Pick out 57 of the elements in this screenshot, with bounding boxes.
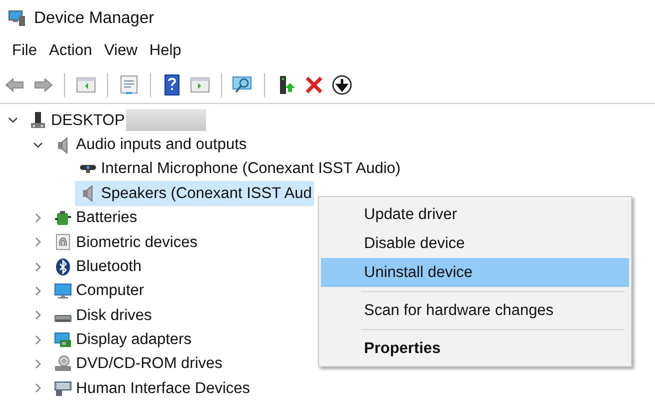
menu-bar-item[interactable]: File [6,39,43,63]
tree-item-label: Batteries [76,208,138,228]
disk-drive-icon [54,314,72,322]
tree-item[interactable]: Audio inputs and outputs [50,132,249,157]
monitor-icon [54,282,72,300]
tree-item-label: Human Interface Devices [76,378,250,399]
tree-item-label: Display adapters [76,330,192,350]
tree-item-label: DESKTOP [51,110,125,131]
tree-item-label: DVD/CD-ROM drives [76,354,222,374]
context-menu-item[interactable]: Uninstall device [321,258,629,287]
fingerprint-icon [54,233,72,252]
chevron-right-icon[interactable] [33,286,43,296]
context-menu-item[interactable]: Update driver [321,200,629,229]
tree-item[interactable]: Display adapters [50,328,194,352]
chevron-right-icon[interactable] [33,310,43,320]
chevron-down-icon[interactable] [33,140,43,150]
bluetooth-icon [54,258,72,276]
webcam-icon [79,164,97,174]
keyboard-icon [54,379,72,398]
context-menu-item[interactable]: Scan for hardware changes [321,296,629,325]
chevron-right-icon[interactable] [33,334,43,345]
menu-bar-item[interactable]: Action [42,39,98,63]
tree-item[interactable]: Computer [50,278,146,304]
chevron-right-icon[interactable] [33,262,43,272]
chevron-right-icon[interactable] [33,212,43,223]
tree-item-label: Speakers (Conexant ISST Aud [101,184,312,204]
tree-item[interactable]: Internal Microphone (Conexant ISST Audio) [75,156,403,182]
context-menu-item[interactable]: Properties [321,334,629,363]
tree-item[interactable]: Speakers (Conexant ISST Aud [75,181,314,206]
tree-item[interactable]: Disk drives [50,303,154,328]
tree-item-label: Bluetooth [76,256,142,277]
tree-item[interactable]: Biometric devices [50,230,200,254]
computer-tower-icon [29,111,47,130]
chevron-right-icon[interactable] [33,359,43,370]
tree-item-label: Computer [76,281,144,302]
chevron-down-icon[interactable] [8,115,18,126]
tree-item[interactable]: Batteries [50,206,140,230]
device-manager-icon [8,9,26,27]
tree-item[interactable]: Bluetooth [50,254,144,279]
tree-item[interactable]: DESKTOP [25,108,127,132]
chevron-right-icon[interactable] [33,383,43,394]
menu-bar-item[interactable]: View [98,39,144,63]
tree-item-label: Internal Microphone (Conexant ISST Audio) [101,159,401,180]
context-menu-item[interactable]: Disable device [321,229,629,258]
window-title: Device Manager [34,8,154,29]
tree-item-label: Disk drives [76,306,152,326]
properties-sheet-icon[interactable] [118,74,140,96]
display-adapter-icon [54,330,72,349]
tree-item-label: Biometric devices [76,232,198,253]
optical-drive-icon [54,355,72,374]
tree-item-label: Audio inputs and outputs [76,134,247,155]
tree-item[interactable]: DVD/CD-ROM drives [50,352,224,376]
monitor-magnifier-icon[interactable] [232,74,254,96]
chevron-right-icon[interactable] [33,237,43,248]
menu-bar-item[interactable]: Help [143,39,188,63]
tree-item[interactable]: Human Interface Devices [50,376,252,400]
battery-icon [54,208,72,227]
